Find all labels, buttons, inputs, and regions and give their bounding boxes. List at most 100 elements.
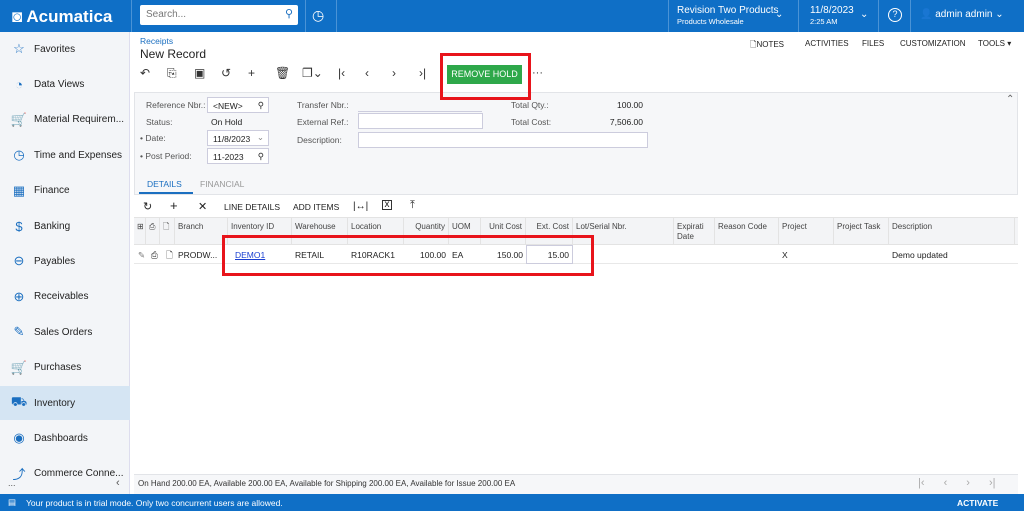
cart-icon: 🛒 — [10, 359, 28, 375]
save-close-icon[interactable]: ⎘ — [167, 66, 194, 81]
row-selector-icon[interactable]: ⊞ — [134, 218, 146, 244]
business-time: 2:25 AM — [810, 17, 838, 26]
link-label: TOOLS ▾ — [978, 39, 1012, 48]
search-icon[interactable]: ⚲ — [285, 7, 293, 20]
more-menu-button[interactable]: ... — [8, 478, 16, 488]
edit-icon: ✎ — [13, 324, 25, 340]
column-header-exp[interactable]: Expirati Date — [674, 218, 715, 244]
help-icon[interactable]: ? — [888, 8, 902, 22]
search-icon[interactable]: ⚲ — [258, 100, 264, 111]
line-details-button[interactable]: LINE DETAILS — [224, 202, 280, 212]
fit-columns-icon[interactable]: |↔| — [353, 201, 368, 212]
cancel-icon[interactable]: ↺ — [221, 66, 248, 81]
refresh-icon[interactable]: ↻ — [143, 200, 152, 213]
column-header-description[interactable]: Description — [889, 218, 1015, 244]
chevron-down-icon[interactable]: ⌄ — [860, 9, 868, 20]
chevron-down-icon[interactable]: ⌄ — [775, 9, 783, 20]
undo-icon[interactable]: ↶ — [140, 66, 167, 81]
sidebar-item-receivables[interactable]: ⊕ Receivables — [0, 280, 130, 314]
sidebar-item-payables[interactable]: ⊖ Payables — [0, 244, 130, 278]
highlight-remove-hold — [440, 53, 531, 100]
delete-icon[interactable]: 🗑 — [275, 66, 302, 81]
date-selector[interactable]: 11/8/2023 2:25 AM — [810, 5, 854, 26]
attachment-icon: ⎙ — [146, 218, 160, 244]
business-date: 11/8/2023 — [810, 5, 854, 16]
sidebar-item-label: Time and Expenses — [34, 149, 123, 161]
ref-label: Reference Nbr.: — [146, 100, 206, 110]
save-icon[interactable]: ▣ — [194, 66, 221, 81]
previous-record-icon[interactable]: ‹ — [365, 66, 392, 81]
sidebar-item-time-and-expenses[interactable]: ◷ Time and Expenses — [0, 138, 130, 172]
chevron-down-icon[interactable]: ⌄ — [257, 132, 264, 143]
more-actions-button[interactable]: ··· — [532, 67, 543, 79]
history-icon[interactable]: ◷ — [312, 7, 324, 24]
collapse-icon[interactable]: ⌃ — [1006, 94, 1014, 105]
user-menu[interactable]: 👤 admin admin ⌄ — [920, 9, 1004, 20]
transfer-nbr-field[interactable] — [358, 111, 482, 112]
breadcrumb[interactable]: Receipts — [140, 36, 173, 46]
delete-row-icon[interactable]: ✕ — [198, 200, 207, 213]
pager[interactable]: |‹ ‹ › ›| — [918, 477, 996, 489]
period-value: 11-2023 — [213, 152, 244, 162]
external-ref-label: External Ref.: — [297, 117, 349, 127]
tab-details[interactable]: DETAILS — [147, 179, 182, 189]
sidebar-item-data-views[interactable]: ◔ Data Views — [0, 67, 130, 101]
link-tools[interactable]: TOOLS ▾ — [978, 39, 1011, 48]
column-header-project[interactable]: Project — [779, 218, 834, 244]
sidebar-item-inventory[interactable]: ⛟ Inventory — [0, 386, 130, 420]
sidebar-item-favorites[interactable]: ☆ Favorites — [0, 32, 130, 66]
calculator-icon: ▦ — [12, 182, 26, 198]
company-name: Revision Two Products — [677, 5, 779, 16]
add-row-icon[interactable]: + — [170, 198, 178, 213]
post-period-field[interactable]: 11-2023 ⚲ — [207, 148, 269, 164]
last-record-icon[interactable]: ›| — [419, 66, 439, 81]
plus-circle-icon: ⊕ — [13, 288, 25, 304]
sidebar-item-label: Material Requirem... — [34, 114, 125, 126]
logo[interactable]: ◙ Acumatica — [12, 7, 112, 27]
reference-nbr-field[interactable]: <NEW> ⚲ — [207, 97, 269, 113]
search-icon[interactable]: ⚲ — [258, 151, 264, 162]
column-header-branch[interactable]: Branch — [175, 218, 228, 244]
sidebar-item-purchases[interactable]: 🛒 Purchases — [0, 351, 130, 385]
collapse-sidebar-icon[interactable]: ‹ — [116, 477, 120, 489]
company-selector[interactable]: Revision Two Products Products Wholesale — [677, 5, 779, 26]
date-field[interactable]: 11/8/2023 ⌄ — [207, 130, 269, 146]
upload-icon[interactable]: ⤒ — [410, 199, 415, 212]
top-bar: ◙ Acumatica Search... ⚲ ◷ Revision Two Pr… — [0, 0, 1024, 32]
gauge-icon: ◉ — [13, 430, 25, 446]
link-activities[interactable]: ACTIVITIES — [805, 39, 849, 48]
sidebar-item-dashboards[interactable]: ◉ Dashboards — [0, 421, 130, 455]
note-icon[interactable]: 🗋 — [163, 246, 176, 264]
description-field[interactable] — [358, 132, 648, 148]
sidebar-item-banking[interactable]: $ Banking — [0, 209, 130, 243]
add-icon[interactable]: + — [248, 66, 275, 81]
sidebar-item-commerce-conne-[interactable]: ⤴ Commerce Conne... — [0, 457, 130, 491]
export-excel-icon[interactable]: x — [382, 200, 392, 210]
column-header-reason[interactable]: Reason Code — [715, 218, 779, 244]
column-header-task[interactable]: Project Task — [834, 218, 889, 244]
add-items-button[interactable]: ADD ITEMS — [293, 202, 339, 212]
activate-button[interactable]: ACTIVATE — [957, 498, 998, 508]
dollar-icon: $ — [15, 218, 23, 234]
sidebar-item-material-requirem-[interactable]: 🛒 Material Requirem... — [0, 103, 130, 137]
sidebar-item-label: Sales Orders — [34, 326, 93, 338]
sidebar-item-sales-orders[interactable]: ✎ Sales Orders — [0, 315, 130, 349]
attachment-icon[interactable]: ⎙ — [148, 246, 161, 264]
logo-text: Acumatica — [26, 7, 113, 26]
external-ref-field[interactable] — [358, 113, 483, 129]
total-qty-label: Total Qty.: — [511, 100, 549, 110]
link-notes[interactable]: 🗋NOTES — [750, 39, 784, 53]
copy-paste-icon[interactable]: ❐⌄ — [302, 66, 338, 81]
link-files[interactable]: FILES — [862, 39, 884, 48]
info-icon: ▤ — [8, 497, 17, 507]
next-record-icon[interactable]: › — [392, 66, 419, 81]
cart-icon: 🛒 — [10, 111, 28, 127]
search-input[interactable]: Search... ⚲ — [140, 5, 298, 25]
sidebar-item-finance[interactable]: ▦ Finance — [0, 174, 130, 208]
link-customization[interactable]: CUSTOMIZATION — [900, 39, 965, 48]
tab-financial[interactable]: FINANCIAL — [200, 179, 244, 189]
sidebar-item-label: Banking — [34, 220, 71, 232]
sidebar-item-label: Favorites — [34, 43, 76, 55]
first-record-icon[interactable]: |‹ — [338, 66, 365, 81]
date-value: 11/8/2023 — [213, 134, 251, 144]
